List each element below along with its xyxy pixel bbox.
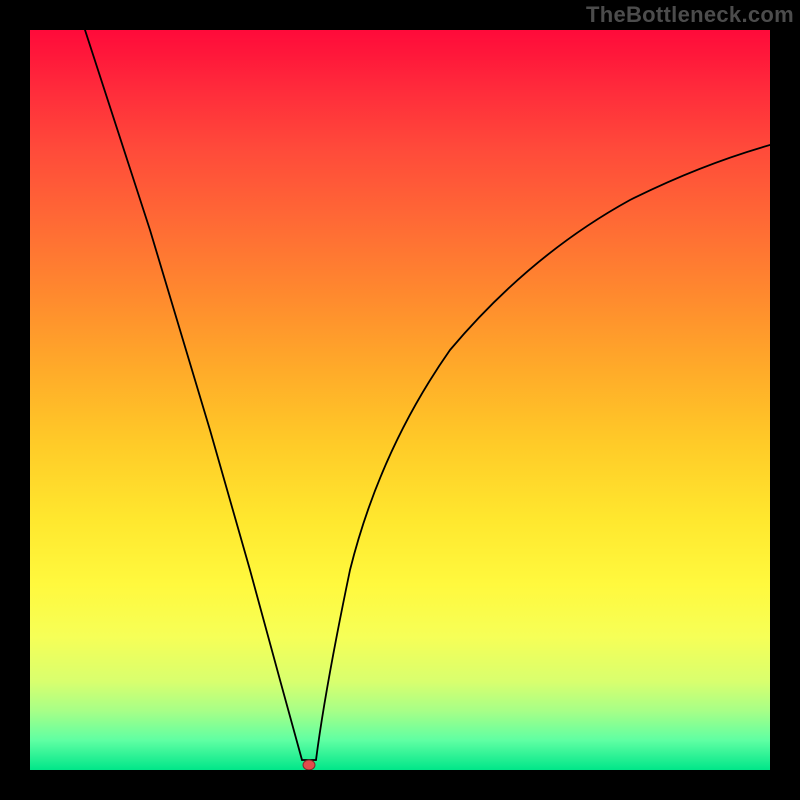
watermark-text: TheBottleneck.com [586, 2, 794, 28]
minimum-dot [303, 760, 315, 770]
curve-left-branch [85, 30, 302, 760]
curve-layer [30, 30, 770, 770]
plot-area [30, 30, 770, 770]
chart-frame: TheBottleneck.com [0, 0, 800, 800]
curve-right-branch [316, 145, 770, 760]
